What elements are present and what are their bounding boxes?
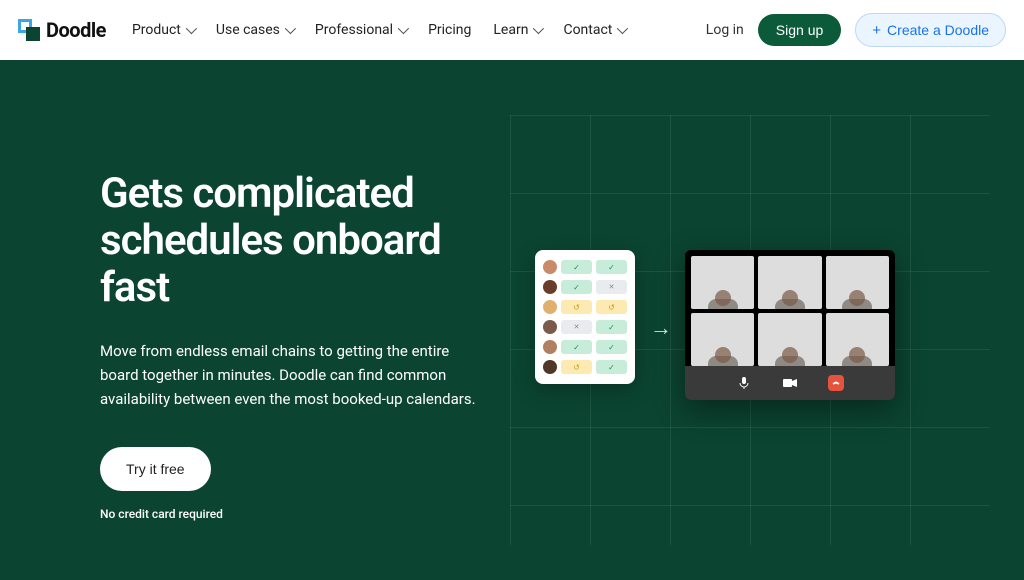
no-cell-icon [596, 280, 627, 294]
avatar-icon [543, 340, 557, 354]
chevron-down-icon [285, 23, 296, 34]
nav-label: Product [132, 22, 181, 38]
nav-label: Use cases [216, 22, 280, 38]
plus-icon: + [872, 23, 881, 38]
participant-tile [691, 256, 754, 309]
poll-card [535, 250, 635, 384]
poll-row [543, 260, 627, 274]
participant-tile [758, 256, 821, 309]
yes-cell-icon [596, 260, 627, 274]
chevron-down-icon [617, 23, 628, 34]
brand-name: Doodle [46, 18, 106, 42]
avatar-icon [543, 260, 557, 274]
nav-label: Contact [563, 22, 612, 38]
nav-label: Learn [493, 22, 528, 38]
hero-section: Gets complicated schedules onboard fast … [0, 60, 1024, 580]
yes-cell-icon [596, 320, 627, 334]
participant-tile [758, 313, 821, 366]
nav-use-cases[interactable]: Use cases [216, 22, 293, 38]
camera-icon [782, 375, 798, 391]
yes-cell-icon [596, 340, 627, 354]
maybe-cell-icon [596, 300, 627, 314]
primary-nav: Product Use cases Professional Pricing L… [132, 22, 625, 38]
nav-contact[interactable]: Contact [563, 22, 625, 38]
logo-mark-icon [18, 19, 40, 41]
hangup-icon [828, 375, 844, 391]
poll-row [543, 300, 627, 314]
hero-illustration: → [480, 60, 1024, 580]
nav-professional[interactable]: Professional [315, 22, 406, 38]
nav-pricing[interactable]: Pricing [428, 22, 471, 38]
avatar-icon [543, 300, 557, 314]
avatar-icon [543, 320, 557, 334]
header-actions: Log in Sign up + Create a Doodle [706, 13, 1006, 47]
poll-row [543, 280, 627, 294]
maybe-cell-icon [561, 360, 592, 374]
nav-product[interactable]: Product [132, 22, 194, 38]
avatar-icon [543, 280, 557, 294]
nav-learn[interactable]: Learn [493, 22, 541, 38]
chevron-down-icon [186, 23, 197, 34]
video-call-device [685, 250, 895, 400]
poll-row [543, 340, 627, 354]
yes-cell-icon [561, 260, 592, 274]
site-header: Doodle Product Use cases Professional Pr… [0, 0, 1024, 60]
poll-row [543, 320, 627, 334]
yes-cell-icon [561, 340, 592, 354]
participant-tile [691, 313, 754, 366]
brand-logo[interactable]: Doodle [18, 18, 106, 42]
participant-tile [826, 313, 889, 366]
login-link[interactable]: Log in [706, 22, 744, 38]
hero-subtitle: Move from endless email chains to gettin… [100, 339, 480, 411]
video-controls [685, 366, 895, 400]
avatar-icon [543, 360, 557, 374]
nav-label: Pricing [428, 22, 471, 38]
maybe-cell-icon [561, 300, 592, 314]
hero-copy: Gets complicated schedules onboard fast … [100, 60, 480, 580]
create-doodle-button[interactable]: + Create a Doodle [855, 13, 1006, 47]
create-label: Create a Doodle [887, 22, 989, 38]
no-card-note: No credit card required [100, 507, 480, 521]
nav-label: Professional [315, 22, 393, 38]
arrow-right-icon: → [650, 315, 672, 341]
signup-button[interactable]: Sign up [758, 14, 841, 46]
participant-tile [826, 256, 889, 309]
try-free-button[interactable]: Try it free [100, 447, 211, 491]
yes-cell-icon [596, 360, 627, 374]
yes-cell-icon [561, 280, 592, 294]
poll-row [543, 360, 627, 374]
mic-icon [736, 375, 752, 391]
video-grid [685, 250, 895, 366]
hero-title: Gets complicated schedules onboard fast [100, 170, 480, 311]
chevron-down-icon [398, 23, 409, 34]
no-cell-icon [561, 320, 592, 334]
chevron-down-icon [533, 23, 544, 34]
